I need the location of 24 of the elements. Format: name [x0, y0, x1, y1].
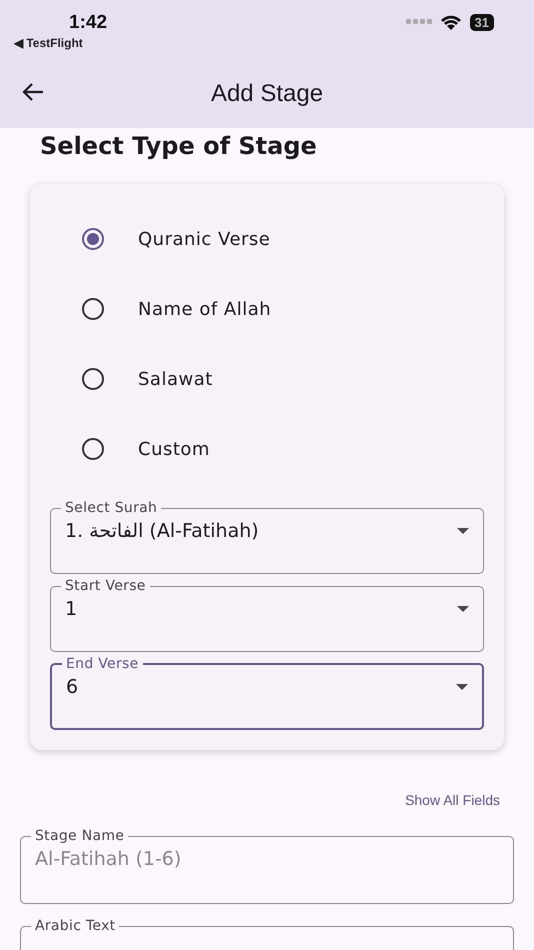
dropdown-caret-icon	[456, 684, 468, 690]
dropdown-field[interactable]: Start Verse 1	[50, 578, 484, 652]
radio-label: Salawat	[138, 368, 213, 390]
wifi-icon	[440, 14, 462, 30]
radio-button[interactable]	[82, 368, 104, 390]
show-all-fields-link[interactable]: Show All Fields	[405, 792, 500, 808]
dropdown-caret-icon	[457, 606, 469, 612]
battery-icon: 31	[470, 14, 494, 30]
text-field[interactable]: Arabic Text	[20, 918, 514, 950]
radio-label: Quranic Verse	[138, 228, 270, 250]
radio-button[interactable]	[82, 228, 104, 250]
radio-button[interactable]	[82, 438, 104, 460]
radio-label: Name of Allah	[138, 298, 272, 320]
radio-label: Custom	[138, 438, 210, 460]
text-field[interactable]: Stage Name Al-Fatihah (1-6)	[20, 828, 514, 904]
back-to-app-link[interactable]: ◀ TestFlight	[14, 36, 108, 50]
signal-icon	[406, 19, 432, 25]
section-heading: Select Type of Stage	[40, 132, 318, 160]
radio-button[interactable]	[82, 298, 104, 320]
status-time: 1:42	[69, 12, 108, 34]
dropdown-field[interactable]: End Verse 6	[50, 656, 484, 730]
back-arrow-icon	[22, 82, 44, 102]
page-title: Add Stage	[210, 80, 324, 108]
dropdown-caret-icon	[457, 528, 469, 534]
